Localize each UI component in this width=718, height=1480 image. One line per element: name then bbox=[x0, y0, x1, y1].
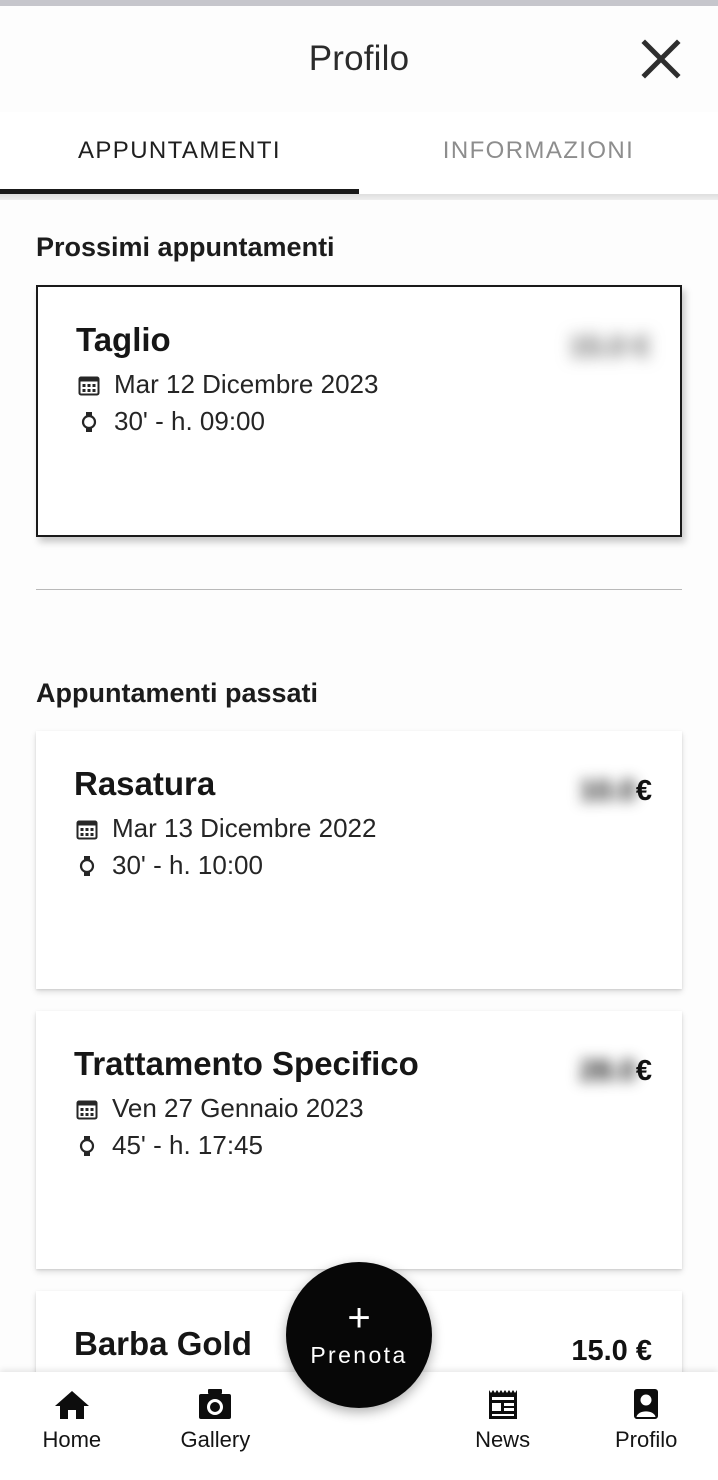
card-details: Barba Gold bbox=[56, 1325, 252, 1373]
nav-label: News bbox=[475, 1427, 531, 1452]
calendar-icon bbox=[74, 1098, 100, 1120]
appointment-date: Mar 13 Dicembre 2022 bbox=[112, 813, 377, 843]
service-name: Taglio bbox=[76, 321, 171, 358]
nav-label: Home bbox=[42, 1427, 102, 1452]
appointment-time-row: 30' - h. 10:00 bbox=[74, 850, 376, 881]
service-name: Trattamento Specifico bbox=[74, 1045, 419, 1082]
price-currency: € bbox=[635, 1055, 652, 1087]
appointment-price: 15.0 € bbox=[569, 331, 650, 363]
past-appointment-card[interactable]: Rasatura Mar 13 Dicembre 2022 30' - h. 1… bbox=[36, 731, 682, 989]
appointment-date: Mar 12 Dicembre 2023 bbox=[114, 369, 379, 399]
section-title-past: Appuntamenti passati bbox=[36, 678, 319, 708]
card-details: Taglio Mar 12 Dicembre 2023 30' - h. 09:… bbox=[58, 321, 378, 437]
page-title: Profilo bbox=[308, 39, 410, 78]
appointment-price: 15.0 € bbox=[571, 1335, 652, 1368]
nav-item-profilo[interactable]: Profilo bbox=[574, 1388, 718, 1453]
service-name: Rasatura bbox=[74, 765, 216, 802]
card-details: Trattamento Specifico Ven 27 Gennaio 202… bbox=[56, 1045, 419, 1161]
contact-card-icon bbox=[627, 1388, 665, 1422]
modal-header: Profilo bbox=[0, 6, 718, 112]
calendar-icon bbox=[74, 818, 100, 840]
appointment-date-row: Mar 13 Dicembre 2022 bbox=[74, 813, 376, 844]
watch-icon bbox=[76, 411, 102, 433]
appointment-duration-time: 30' - h. 10:00 bbox=[112, 850, 263, 880]
nav-item-news[interactable]: News bbox=[431, 1388, 575, 1453]
price-currency: € bbox=[635, 1335, 652, 1367]
tab-informazioni[interactable]: INFORMAZIONI bbox=[359, 112, 718, 194]
watch-icon bbox=[74, 1135, 100, 1157]
active-tab-indicator bbox=[0, 189, 359, 194]
tab-bar: APPUNTAMENTI INFORMAZIONI bbox=[0, 112, 718, 194]
appointment-time-row: 30' - h. 09:00 bbox=[76, 406, 378, 437]
price-amount: 10.0 bbox=[579, 775, 636, 807]
close-button[interactable] bbox=[630, 28, 692, 90]
price-amount: 28.0 bbox=[579, 1055, 636, 1087]
watch-icon bbox=[74, 855, 100, 877]
prenota-fab-button[interactable]: + Prenota bbox=[286, 1262, 432, 1408]
card-details: Rasatura Mar 13 Dicembre 2022 30' - h. 1… bbox=[56, 765, 376, 881]
appointment-date: Ven 27 Gennaio 2023 bbox=[112, 1093, 364, 1123]
appointment-date-row: Ven 27 Gennaio 2023 bbox=[74, 1093, 419, 1124]
service-name: Barba Gold bbox=[74, 1325, 252, 1362]
price-currency: € bbox=[635, 775, 652, 807]
fab-label: Prenota bbox=[310, 1341, 408, 1368]
upcoming-appointment-card[interactable]: Taglio Mar 12 Dicembre 2023 30' - h. 09:… bbox=[36, 285, 682, 537]
nav-label: Profilo bbox=[614, 1427, 678, 1452]
tab-appuntamenti[interactable]: APPUNTAMENTI bbox=[0, 112, 359, 194]
price-amount: 15.0 bbox=[571, 1335, 628, 1367]
plus-icon: + bbox=[347, 1295, 371, 1340]
calendar-icon bbox=[76, 374, 102, 396]
appointment-price: 10.0€ bbox=[579, 775, 652, 808]
close-icon bbox=[639, 37, 683, 81]
appointment-duration-time: 45' - h. 17:45 bbox=[112, 1130, 263, 1160]
nav-item-home[interactable]: Home bbox=[0, 1388, 144, 1453]
newspaper-icon bbox=[484, 1388, 522, 1422]
nav-label: Gallery bbox=[180, 1427, 251, 1452]
appointment-time-row: 45' - h. 17:45 bbox=[74, 1130, 419, 1161]
home-icon bbox=[53, 1388, 91, 1422]
past-appointment-card[interactable]: Trattamento Specifico Ven 27 Gennaio 202… bbox=[36, 1011, 682, 1269]
appointment-price: 28.0€ bbox=[579, 1055, 652, 1088]
section-title-upcoming: Prossimi appuntamenti bbox=[36, 232, 335, 262]
appointment-date-row: Mar 12 Dicembre 2023 bbox=[76, 369, 378, 400]
nav-item-gallery[interactable]: Gallery bbox=[144, 1388, 288, 1453]
camera-icon bbox=[196, 1388, 234, 1422]
appointment-duration-time: 30' - h. 09:00 bbox=[114, 406, 265, 436]
